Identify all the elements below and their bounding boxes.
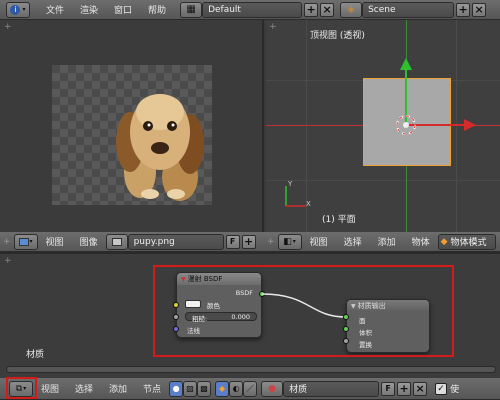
line-style-button[interactable]: ／ — [243, 380, 258, 397]
area-corner-plus-icon: + — [269, 22, 277, 32]
layout-name-field[interactable]: Default — [202, 1, 303, 18]
material-browse-button[interactable]: ● — [261, 380, 284, 397]
menu-view[interactable]: 视图 — [33, 382, 67, 395]
3d-viewport-header: + ◧ ▾ 视图 选择 添加 物体 ◆ 物体模式 — [264, 232, 500, 252]
image-editor-area[interactable]: + — [0, 20, 264, 232]
material-label: 材质 — [26, 350, 45, 360]
object-mode-icon: ◆ — [440, 236, 448, 247]
transform-manipulator[interactable] — [366, 56, 486, 166]
menu-select[interactable]: 选择 — [67, 382, 101, 395]
world-shader-button[interactable]: ◐ — [229, 380, 244, 397]
add-image-button[interactable]: + — [241, 234, 256, 249]
brush-icon: ／ — [246, 384, 255, 393]
highlight-box-editor-type — [6, 377, 37, 399]
image-editor-header: + ▾ 视图 图像 pupy.png F + — [0, 232, 264, 252]
editor-type-button[interactable]: ▾ — [13, 233, 38, 250]
dropdown-arrows-icon: ▾ — [29, 238, 33, 245]
editor-type-button[interactable]: ◧ ▾ — [277, 233, 302, 250]
area-corner-plus-icon: + — [267, 236, 275, 247]
shader-sphere-icon: ● — [172, 384, 180, 393]
cube-icon: ◆ — [218, 384, 226, 393]
mode-label: 物体模式 — [450, 238, 487, 248]
add-layout-button[interactable]: + — [304, 2, 319, 17]
scene-icon: ◈ — [347, 4, 355, 15]
object-label: (1) 平面 — [322, 215, 356, 225]
menu-view[interactable]: 视图 — [302, 235, 336, 248]
fake-user-button[interactable]: F — [381, 381, 396, 396]
image-browse-icon — [111, 237, 122, 246]
add-scene-button[interactable]: + — [456, 2, 471, 17]
menu-add[interactable]: 添加 — [370, 235, 404, 248]
node-editor-header: ⧉ ▾ 视图 选择 添加 节点 ● ▨ ▩ ◆ ◐ ／ ● 材质 F + × ✓… — [0, 378, 500, 400]
info-icon: i — [10, 4, 21, 15]
area-corner-plus-icon: + — [3, 236, 11, 247]
menu-render[interactable]: 渲染 — [72, 3, 106, 16]
remove-scene-button[interactable]: × — [472, 2, 487, 17]
use-nodes-label: 使 — [450, 385, 460, 395]
axis-y-label: Y — [288, 180, 293, 188]
menu-window[interactable]: 窗口 — [106, 3, 140, 16]
material-name-field[interactable]: 材质 — [283, 380, 380, 397]
image-name-field[interactable]: pupy.png — [127, 233, 224, 250]
menu-select[interactable]: 选择 — [336, 235, 370, 248]
info-editor-button[interactable]: i ▾ — [6, 1, 30, 18]
menu-help[interactable]: 帮助 — [140, 3, 174, 16]
menu-view[interactable]: 视图 — [38, 235, 72, 248]
remove-material-button[interactable]: × — [413, 381, 428, 396]
scene-button[interactable]: ◈ — [340, 1, 363, 18]
add-material-button[interactable]: + — [397, 381, 412, 396]
remove-layout-button[interactable]: × — [320, 2, 335, 17]
3d-viewport-area[interactable]: + 顶视图 (透视) Y X (1) 平面 — [266, 20, 500, 232]
menu-file[interactable]: 文件 — [38, 3, 72, 16]
compositing-icon: ▩ — [200, 384, 208, 393]
puppy-image — [116, 94, 204, 201]
object-shader-button[interactable]: ◆ — [215, 380, 230, 397]
sphere-icon: ● — [268, 383, 276, 394]
image-icon — [18, 237, 29, 246]
view-label: 顶视图 (透视) — [310, 31, 365, 41]
dropdown-arrows-icon: ▾ — [22, 6, 26, 13]
menu-image[interactable]: 图像 — [72, 235, 106, 248]
scene-name-field[interactable]: Scene — [362, 1, 455, 18]
menu-node[interactable]: 节点 — [135, 382, 169, 395]
horizontal-scrollbar[interactable] — [6, 366, 496, 373]
highlight-box-nodes — [153, 265, 454, 357]
compositing-nodes-button[interactable]: ▩ — [197, 380, 212, 397]
mode-selector[interactable]: ◆ 物体模式 — [437, 233, 496, 250]
axes-gizmo — [285, 186, 306, 207]
layout-icon: ▦ — [186, 4, 196, 15]
node-editor-area[interactable]: + 材质 ▼ 漫射 BSDF BSDF 颜色 粗糙: 0.000 法线 ▼ 材质… — [0, 252, 500, 377]
top-info-bar: i ▾ 文件 渲染 窗口 帮助 ▦ Default + × ◈ Scene + … — [0, 0, 500, 20]
area-corner-plus-icon: + — [4, 22, 12, 32]
image-browse-button[interactable] — [105, 233, 128, 250]
menu-add[interactable]: 添加 — [101, 382, 135, 395]
world-icon: ◐ — [232, 384, 240, 393]
area-corner-plus-icon: + — [4, 256, 12, 266]
fake-user-button[interactable]: F — [225, 234, 240, 249]
use-nodes-checkbox[interactable]: ✓ — [435, 382, 448, 395]
axis-x-label: X — [306, 200, 311, 208]
layout-button[interactable]: ▦ — [180, 1, 203, 18]
cube-icon: ◧ — [283, 236, 292, 247]
texture-nodes-button[interactable]: ▨ — [183, 380, 198, 397]
texture-icon: ▨ — [186, 384, 194, 393]
dropdown-arrows-icon: ▾ — [292, 238, 296, 245]
shader-nodes-button[interactable]: ● — [169, 380, 184, 397]
menu-object[interactable]: 物体 — [404, 235, 438, 248]
